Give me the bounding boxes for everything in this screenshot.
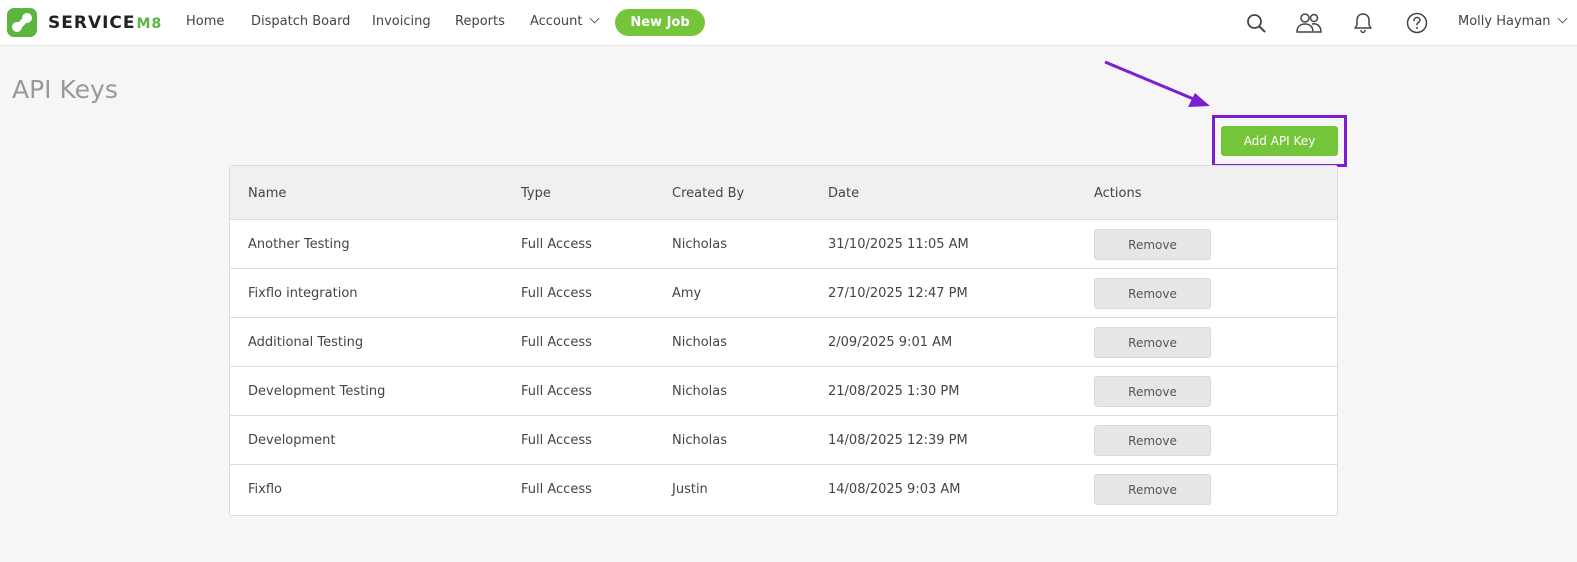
nav-account-dropdown[interactable]: Account xyxy=(530,13,599,29)
nav-dispatch-board[interactable]: Dispatch Board xyxy=(251,14,350,29)
nav-account-label: Account xyxy=(530,14,583,29)
cell-created-by: Justin xyxy=(672,482,708,497)
logo-text: SERVICEM8 xyxy=(48,12,163,33)
user-menu[interactable]: Molly Hayman xyxy=(1458,13,1567,29)
search-icon[interactable] xyxy=(1242,9,1270,37)
table-row: Development Testing Full Access Nicholas… xyxy=(230,367,1337,416)
cell-name: Fixflo xyxy=(248,482,282,497)
cell-created-by: Nicholas xyxy=(672,384,728,399)
cell-date: 21/08/2025 1:30 PM xyxy=(828,384,960,399)
table-header: Name Type Created By Date Actions xyxy=(230,166,1337,220)
add-api-key-highlight: Add API Key xyxy=(1212,115,1347,167)
cell-name: Fixflo integration xyxy=(248,286,358,301)
cell-created-by: Nicholas xyxy=(672,335,728,350)
cell-name: Development Testing xyxy=(248,384,386,399)
table-row: Another Testing Full Access Nicholas 31/… xyxy=(230,220,1337,269)
page-title: API Keys xyxy=(12,75,118,104)
cell-type: Full Access xyxy=(521,286,592,301)
remove-button[interactable]: Remove xyxy=(1094,376,1211,407)
remove-button[interactable]: Remove xyxy=(1094,278,1211,309)
chevron-down-icon xyxy=(1557,13,1567,24)
notifications-bell-icon[interactable] xyxy=(1349,9,1377,37)
cell-date: 14/08/2025 12:39 PM xyxy=(828,433,968,448)
table-row: Fixflo integration Full Access Amy 27/10… xyxy=(230,269,1337,318)
remove-button[interactable]: Remove xyxy=(1094,327,1211,358)
cell-created-by: Nicholas xyxy=(672,433,728,448)
cell-date: 14/08/2025 9:03 AM xyxy=(828,482,961,497)
column-header-created-by: Created By xyxy=(672,186,745,201)
nav-reports[interactable]: Reports xyxy=(455,14,505,29)
cell-type: Full Access xyxy=(521,384,592,399)
cell-type: Full Access xyxy=(521,237,592,252)
chevron-down-icon xyxy=(589,13,599,24)
logo-mark-icon xyxy=(7,8,37,37)
cell-name: Additional Testing xyxy=(248,335,364,350)
cell-type: Full Access xyxy=(521,433,592,448)
column-header-actions: Actions xyxy=(1094,186,1142,201)
new-job-button[interactable]: New Job xyxy=(615,9,705,36)
column-header-name: Name xyxy=(248,186,287,201)
cell-created-by: Nicholas xyxy=(672,237,728,252)
top-nav-bar: SERVICEM8 Home Dispatch Board Invoicing … xyxy=(0,0,1577,46)
remove-button[interactable]: Remove xyxy=(1094,229,1211,260)
cell-type: Full Access xyxy=(521,335,592,350)
cell-name: Development xyxy=(248,433,336,448)
table-row: Development Full Access Nicholas 14/08/2… xyxy=(230,416,1337,465)
remove-button[interactable]: Remove xyxy=(1094,425,1211,456)
cell-date: 31/10/2025 11:05 AM xyxy=(828,237,969,252)
column-header-date: Date xyxy=(828,186,860,201)
table-row: Fixflo Full Access Justin 14/08/2025 9:0… xyxy=(230,465,1337,514)
help-question-icon[interactable] xyxy=(1403,9,1431,37)
remove-button[interactable]: Remove xyxy=(1094,474,1211,505)
table-row: Additional Testing Full Access Nicholas … xyxy=(230,318,1337,367)
nav-home[interactable]: Home xyxy=(186,14,224,29)
cell-name: Another Testing xyxy=(248,237,350,252)
servicem8-logo[interactable]: SERVICEM8 xyxy=(7,8,162,37)
column-header-type: Type xyxy=(521,186,551,201)
user-name-label: Molly Hayman xyxy=(1458,14,1551,29)
nav-invoicing[interactable]: Invoicing xyxy=(372,14,431,29)
api-keys-table: Name Type Created By Date Actions Anothe… xyxy=(229,165,1338,516)
people-icon[interactable] xyxy=(1295,9,1323,37)
add-api-key-button[interactable]: Add API Key xyxy=(1221,126,1338,156)
cell-date: 27/10/2025 12:47 PM xyxy=(828,286,968,301)
cell-created-by: Amy xyxy=(672,286,702,301)
cell-date: 2/09/2025 9:01 AM xyxy=(828,335,953,350)
cell-type: Full Access xyxy=(521,482,592,497)
